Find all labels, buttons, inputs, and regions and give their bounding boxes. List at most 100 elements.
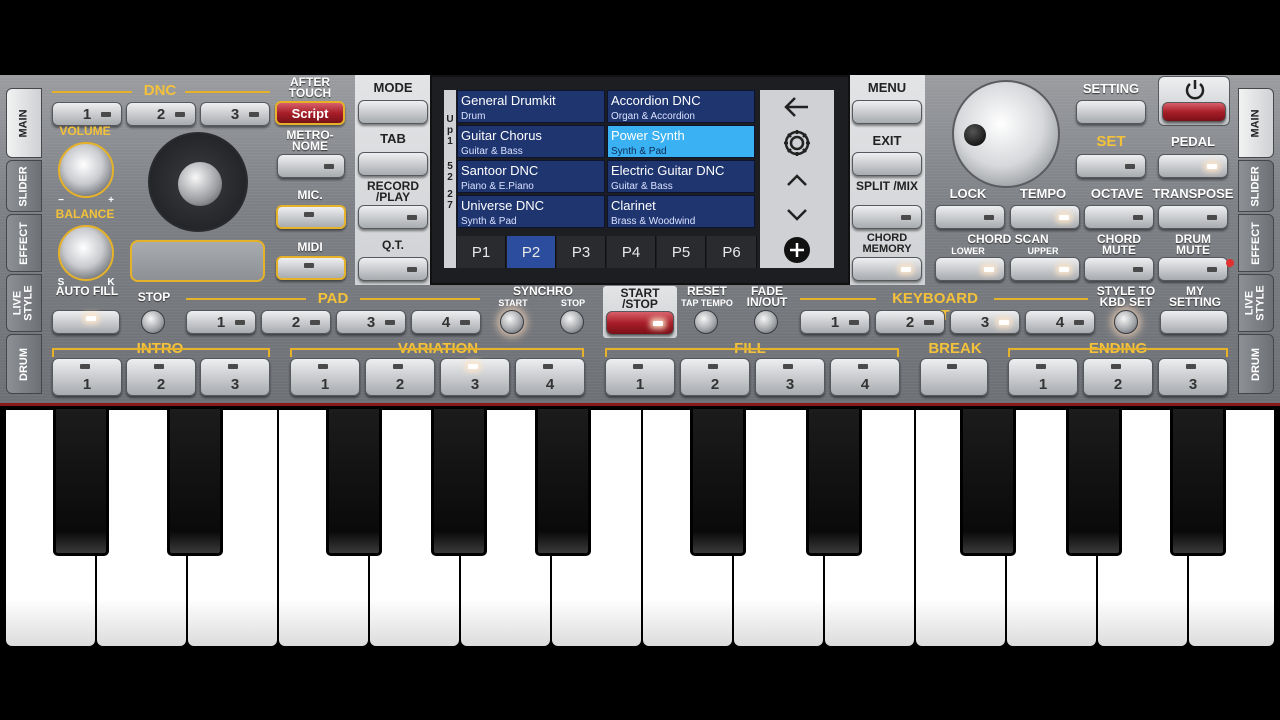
page-tab-p1[interactable]: P1	[457, 236, 506, 268]
page-tab-p3[interactable]: P3	[557, 236, 606, 268]
pitch-slider-pad[interactable]	[130, 240, 265, 282]
variation-button-1[interactable]: 1	[290, 358, 360, 396]
gear-icon[interactable]	[784, 130, 810, 156]
chord-scan-upper-button[interactable]	[1010, 257, 1080, 281]
black-key[interactable]	[690, 406, 746, 556]
drum-mute-button[interactable]	[1158, 257, 1228, 281]
keyboard-set-button-2[interactable]: 2	[875, 310, 945, 334]
tempo-button[interactable]	[1010, 205, 1080, 229]
fill-button-4[interactable]: 4	[830, 358, 900, 396]
synchro-start-button[interactable]	[500, 310, 524, 334]
black-key[interactable]	[1170, 406, 1226, 556]
side-tab-main-right[interactable]: MAIN	[1238, 88, 1274, 158]
volume-knob[interactable]	[58, 142, 114, 198]
voice-slot-selected[interactable]: Power Synth Synth & Pad	[607, 125, 755, 158]
ending-button-3[interactable]: 3	[1158, 358, 1228, 396]
voice-slot[interactable]: Guitar Chorus Guitar & Bass	[457, 125, 605, 158]
black-key[interactable]	[431, 406, 487, 556]
chevron-up-icon[interactable]	[787, 174, 807, 186]
black-key[interactable]	[53, 406, 109, 556]
pad-stop-button[interactable]	[141, 310, 165, 334]
page-tab-p6[interactable]: P6	[707, 236, 757, 268]
black-key[interactable]	[167, 406, 223, 556]
mode-button[interactable]	[358, 100, 428, 124]
side-tab-live-style-right[interactable]: LIVE STYLE	[1238, 274, 1274, 332]
tab-button[interactable]	[358, 152, 428, 176]
chord-scan-lower-button[interactable]	[935, 257, 1005, 281]
page-tab-p4[interactable]: P4	[607, 236, 656, 268]
split-mix-button[interactable]	[852, 205, 922, 229]
chord-mute-button[interactable]	[1084, 257, 1154, 281]
script-button[interactable]: Script	[275, 101, 345, 125]
page-tab-p2[interactable]: P2	[507, 236, 556, 268]
keyboard-set-button-1[interactable]: 1	[800, 310, 870, 334]
side-tab-drum-right[interactable]: DRUM	[1238, 334, 1274, 394]
voice-slot[interactable]: Clarinet Brass & Woodwind	[607, 195, 755, 228]
fill-button-1[interactable]: 1	[605, 358, 675, 396]
power-button[interactable]	[1162, 102, 1226, 122]
back-arrow-icon[interactable]	[784, 97, 808, 117]
pad-button-1[interactable]: 1	[186, 310, 256, 334]
style-to-kbd-button[interactable]	[1114, 310, 1138, 334]
keyboard-set-button-4[interactable]: 4	[1025, 310, 1095, 334]
side-tab-slider-left[interactable]: SLIDER	[6, 160, 42, 212]
pad-button-2[interactable]: 2	[261, 310, 331, 334]
side-tab-drum-left[interactable]: DRUM	[6, 334, 42, 394]
lock-button[interactable]	[935, 205, 1005, 229]
record-play-button[interactable]	[358, 205, 428, 229]
metronome-button[interactable]	[277, 154, 345, 178]
black-key[interactable]	[960, 406, 1016, 556]
joystick-handle[interactable]	[178, 162, 222, 206]
fade-button[interactable]	[754, 310, 778, 334]
voice-slot[interactable]: Universe DNC Synth & Pad	[457, 195, 605, 228]
break-button[interactable]	[920, 358, 988, 396]
voice-slot[interactable]: General Drumkit Drum	[457, 90, 605, 123]
fill-button-3[interactable]: 3	[755, 358, 825, 396]
chord-memory-button[interactable]	[852, 257, 922, 281]
menu-button[interactable]	[852, 100, 922, 124]
transpose-button[interactable]	[1158, 205, 1228, 229]
variation-button-4[interactable]: 4	[515, 358, 585, 396]
black-key[interactable]	[326, 406, 382, 556]
voice-slot[interactable]: Accordion DNC Organ & Accordion	[607, 90, 755, 123]
data-dial[interactable]	[952, 80, 1060, 188]
octave-button[interactable]	[1084, 205, 1154, 229]
intro-button-1[interactable]: 1	[52, 358, 122, 396]
auto-fill-button[interactable]	[52, 310, 120, 334]
black-key[interactable]	[535, 406, 591, 556]
balance-knob[interactable]	[58, 225, 114, 281]
qt-button[interactable]	[358, 257, 428, 281]
chevron-down-icon[interactable]	[787, 209, 807, 221]
synchro-stop-button[interactable]	[560, 310, 584, 334]
black-key[interactable]	[806, 406, 862, 556]
pad-button-4[interactable]: 4	[411, 310, 481, 334]
voice-slot[interactable]: Santoor DNC Piano & E.Piano	[457, 160, 605, 193]
side-tab-live-style-left[interactable]: LIVE STYLE	[6, 274, 42, 332]
voice-slot[interactable]: Electric Guitar DNC Guitar & Bass	[607, 160, 755, 193]
intro-button-2[interactable]: 2	[126, 358, 196, 396]
dnc-button-2[interactable]: 2	[126, 102, 196, 126]
ending-button-2[interactable]: 2	[1083, 358, 1153, 396]
add-icon[interactable]	[784, 237, 810, 263]
joystick-pad[interactable]	[148, 132, 248, 232]
page-tab-p5[interactable]: P5	[657, 236, 706, 268]
exit-button[interactable]	[852, 152, 922, 176]
dnc-button-3[interactable]: 3	[200, 102, 270, 126]
keyboard-set-button-3[interactable]: 3	[950, 310, 1020, 334]
start-stop-button[interactable]	[606, 311, 674, 335]
variation-button-3[interactable]: 3	[440, 358, 510, 396]
fill-button-2[interactable]: 2	[680, 358, 750, 396]
ending-button-1[interactable]: 1	[1008, 358, 1078, 396]
set-button[interactable]	[1076, 154, 1146, 178]
variation-button-2[interactable]: 2	[365, 358, 435, 396]
setting-button[interactable]	[1076, 100, 1146, 124]
intro-button-3[interactable]: 3	[200, 358, 270, 396]
side-tab-effect-left[interactable]: EFFECT	[6, 214, 42, 272]
side-tab-slider-right[interactable]: SLIDER	[1238, 160, 1274, 212]
midi-button[interactable]	[276, 256, 346, 280]
black-key[interactable]	[1066, 406, 1122, 556]
side-tab-effect-right[interactable]: EFFECT	[1238, 214, 1274, 272]
dnc-button-1[interactable]: 1	[52, 102, 122, 126]
pad-button-3[interactable]: 3	[336, 310, 406, 334]
side-tab-main-left[interactable]: MAIN	[6, 88, 42, 158]
